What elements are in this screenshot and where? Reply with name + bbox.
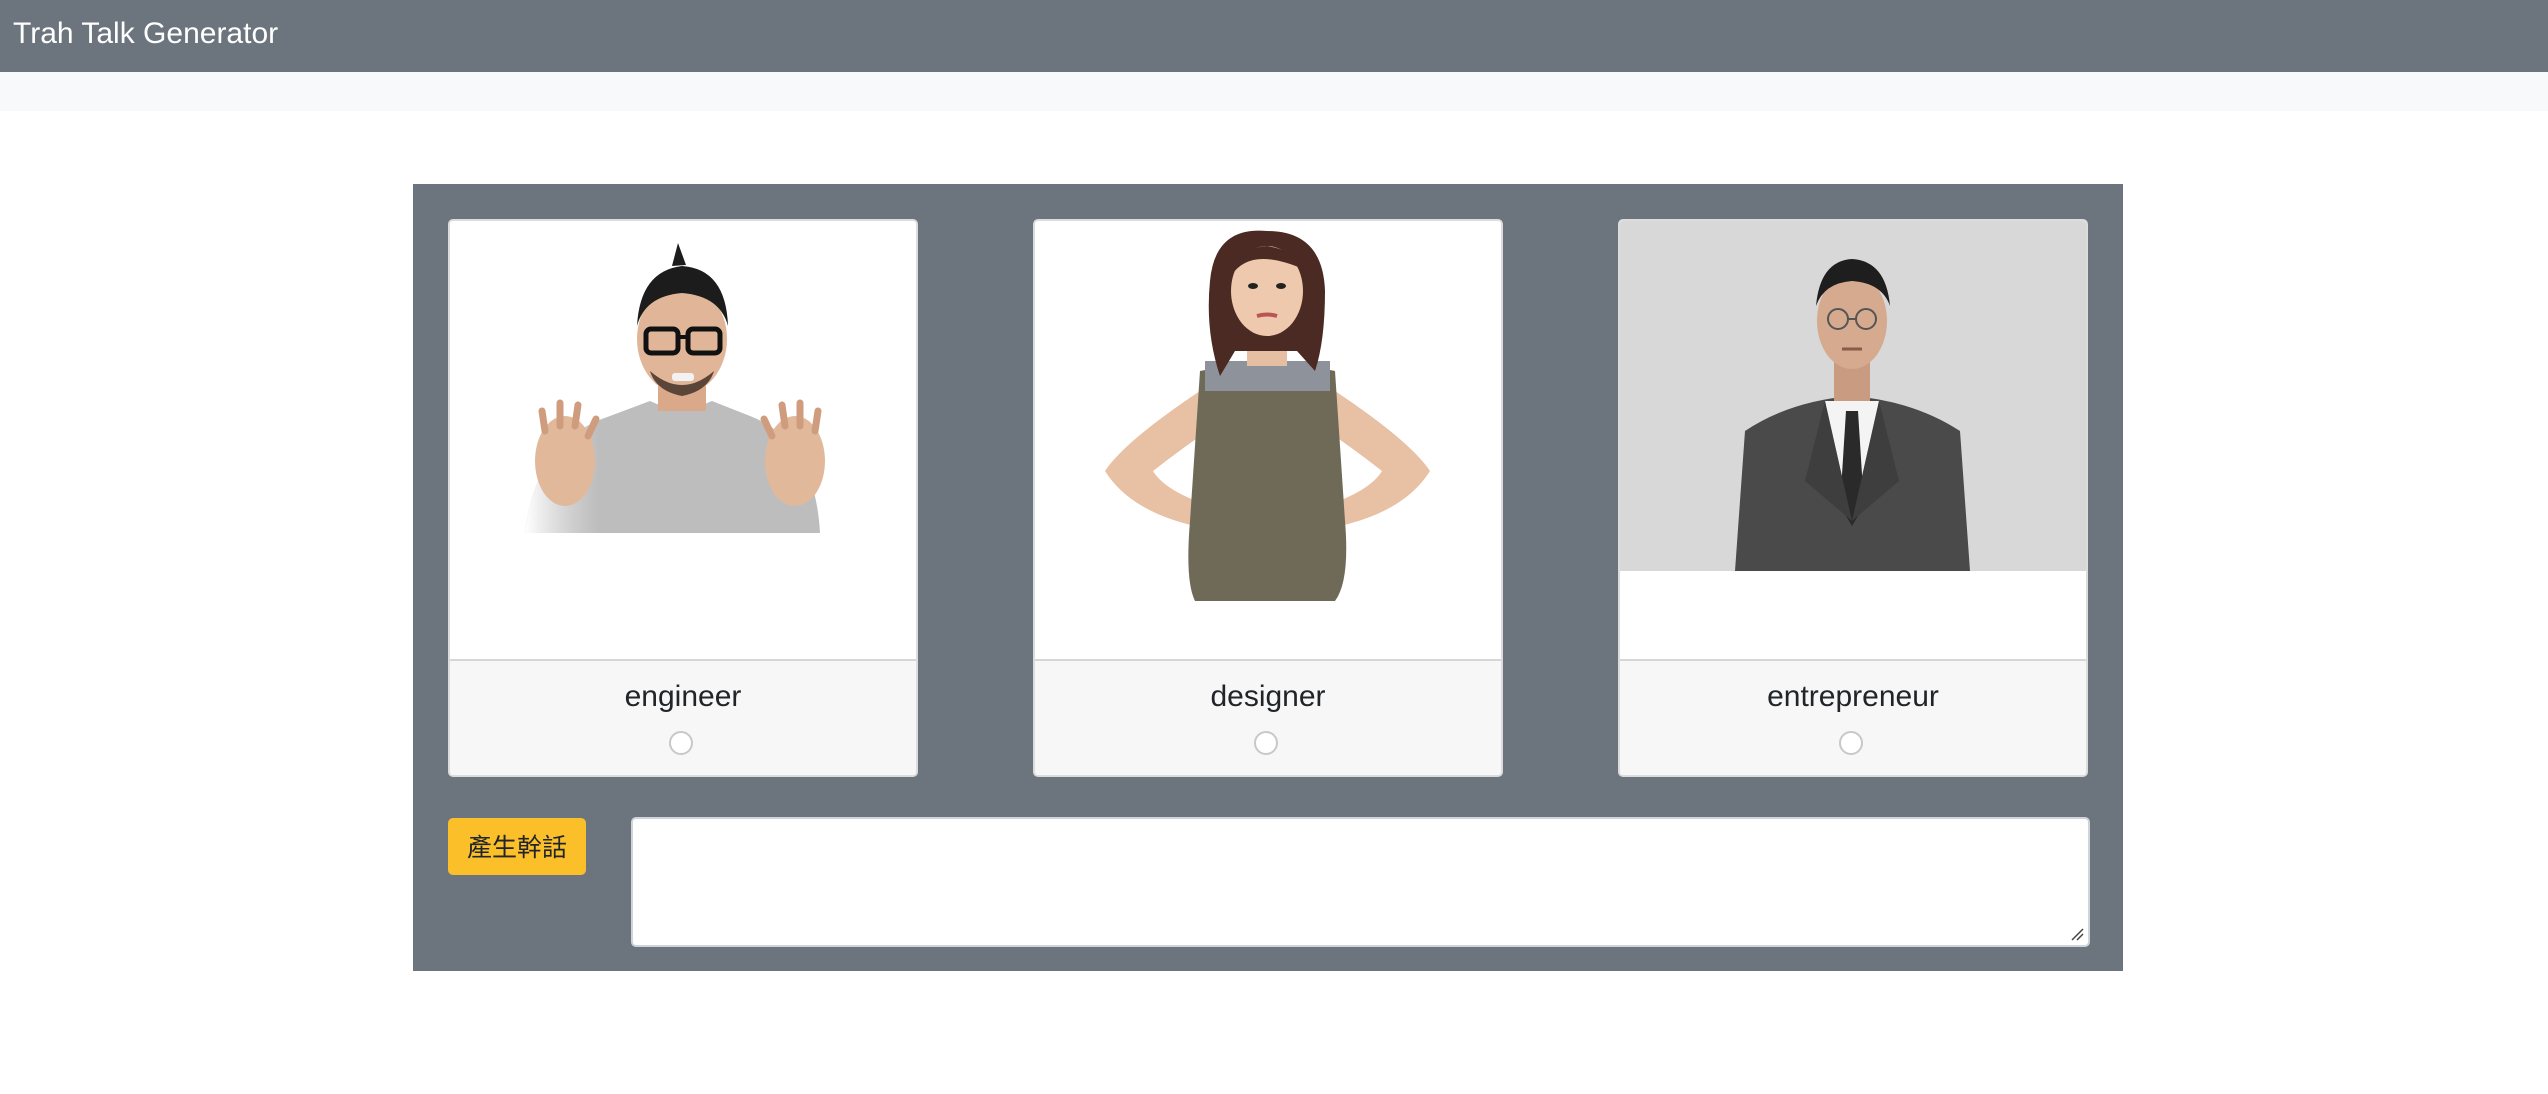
role-label-entrepreneur: entrepreneur — [1767, 680, 1939, 713]
radio-engineer[interactable] — [669, 731, 693, 755]
generator-panel: engineer designer entrepreneur 產生幹話 — [413, 184, 2123, 971]
trash-talk-output-textarea[interactable] — [631, 817, 2090, 947]
card-footer: entrepreneur — [1620, 661, 2086, 775]
radio-designer[interactable] — [1254, 731, 1278, 755]
card-entrepreneur[interactable]: entrepreneur — [1618, 219, 2088, 777]
designer-photo — [1035, 221, 1501, 661]
navbar: Trah Talk Generator — [0, 0, 2548, 72]
role-label-engineer: engineer — [624, 680, 742, 713]
engineer-photo — [450, 221, 916, 661]
card-engineer[interactable]: engineer — [448, 219, 918, 777]
role-label-designer: designer — [1210, 680, 1326, 713]
generate-trash-talk-button[interactable]: 產生幹話 — [448, 818, 586, 875]
resize-grip-icon[interactable] — [2070, 927, 2084, 941]
radio-entrepreneur[interactable] — [1839, 731, 1863, 755]
app-title[interactable]: Trah Talk Generator — [13, 16, 278, 52]
subbar — [0, 72, 2548, 111]
card-footer: engineer — [450, 661, 916, 775]
card-designer[interactable]: designer — [1033, 219, 1503, 777]
card-footer: designer — [1035, 661, 1501, 775]
entrepreneur-photo — [1620, 221, 2086, 661]
